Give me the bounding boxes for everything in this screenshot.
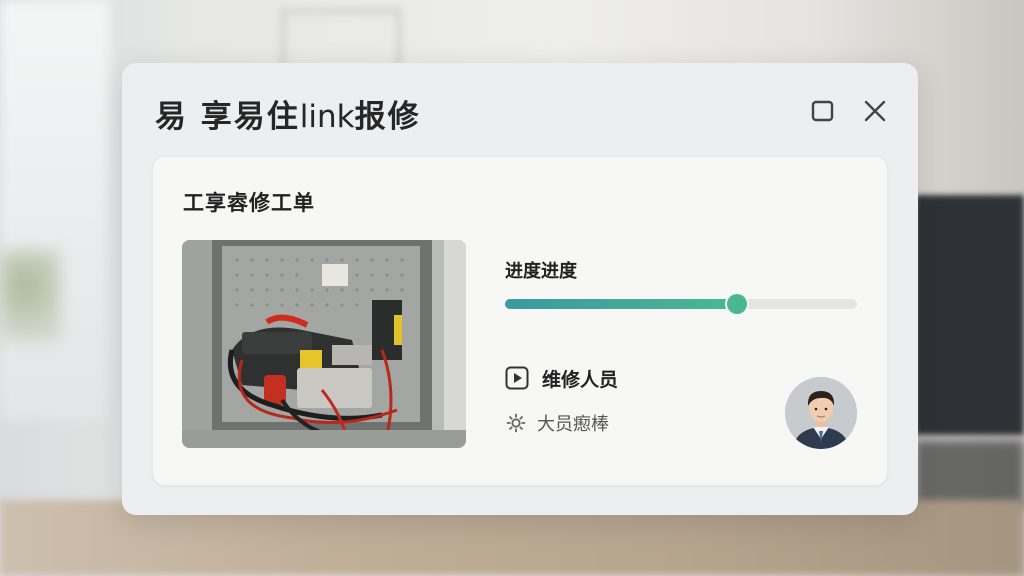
- progress-label: 进度进度: [505, 261, 577, 282]
- background-tv: [915, 195, 1024, 435]
- technician-label: 维修人员: [542, 368, 619, 391]
- background-window: [0, 0, 110, 420]
- maximize-icon: [811, 100, 834, 122]
- dialog-title-part-2: link: [299, 99, 355, 135]
- gear-icon: [506, 413, 526, 433]
- dialog-title-part-3: 报修: [354, 99, 421, 135]
- technician-row[interactable]: 维修人员: [505, 364, 618, 392]
- status-text: 大员瘛棒: [537, 414, 609, 435]
- maximize-button[interactable]: [809, 97, 837, 125]
- background-plant: [0, 250, 60, 340]
- close-button[interactable]: [861, 97, 889, 125]
- work-order-title: 工享䜭修工单: [183, 191, 315, 215]
- progress-bar: [505, 294, 857, 314]
- close-icon: [864, 100, 886, 122]
- play-icon: [505, 366, 529, 390]
- repair-dialog: 易 享易住link报修 工享䜭修工单 进度进度 维修人员 大员瘛棒: [122, 63, 918, 515]
- technician-avatar[interactable]: [785, 377, 857, 449]
- progress-fill: [505, 299, 738, 309]
- electrical-panel-photo[interactable]: [182, 240, 466, 448]
- dialog-title: 易 享易住link报修: [155, 91, 421, 136]
- status-row: 大员瘛棒: [505, 410, 609, 436]
- progress-knob[interactable]: [727, 294, 748, 314]
- dialog-title-part-1: 易 享易住: [155, 99, 300, 135]
- work-order-card: 工享䜭修工单 进度进度 维修人员 大员瘛棒: [153, 157, 887, 485]
